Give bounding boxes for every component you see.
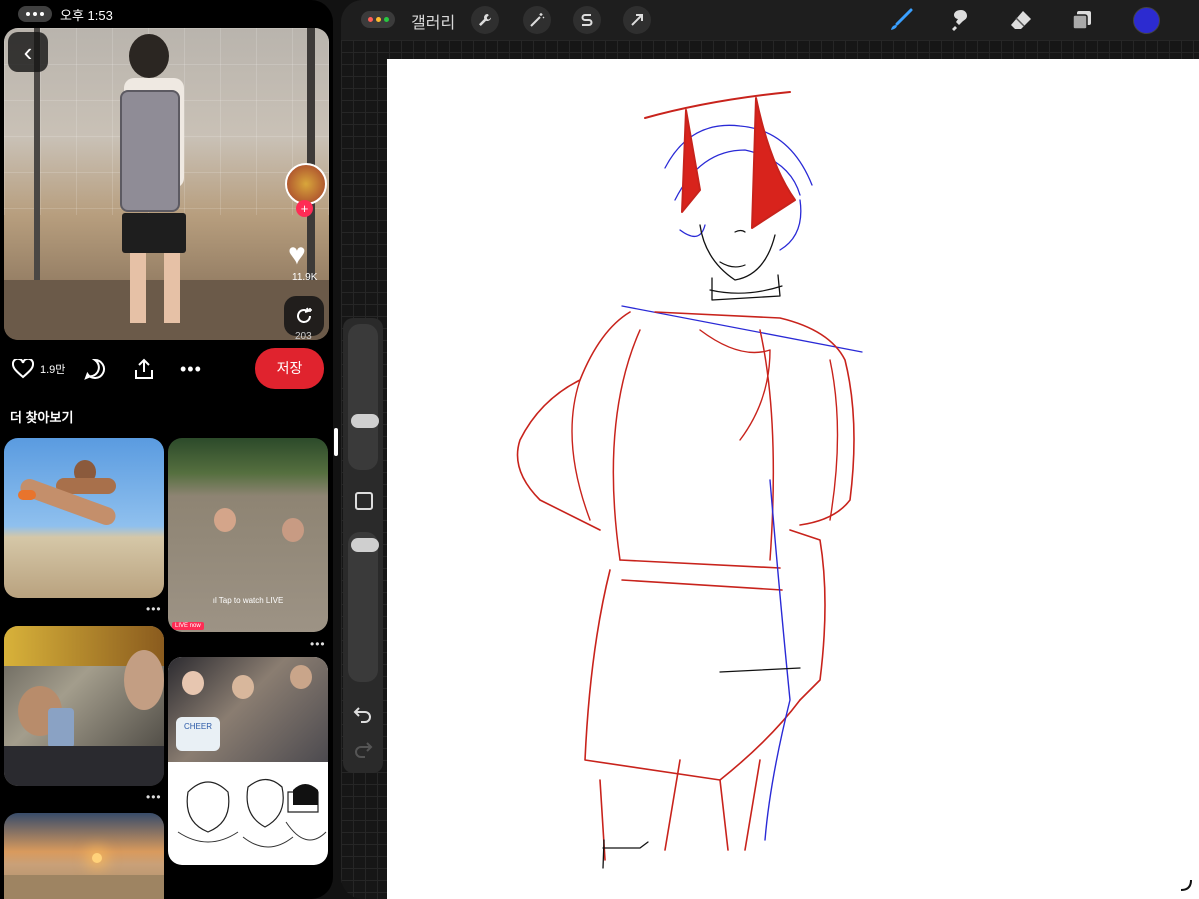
overlay-like-count: 11.9K: [292, 272, 318, 283]
pin-image[interactable]: [4, 28, 329, 340]
modify-button[interactable]: [355, 492, 373, 510]
status-time: 오후 1:53: [60, 7, 113, 23]
brush-tool[interactable]: [887, 6, 915, 34]
smudge-tool[interactable]: [946, 6, 974, 34]
pin-card-desert-sunset[interactable]: [4, 813, 164, 899]
eraser-icon: [1011, 11, 1031, 29]
gallery-button[interactable]: 갤러리: [411, 9, 455, 33]
smudge-icon: [952, 10, 967, 31]
pin-more-icon[interactable]: •••: [146, 790, 162, 804]
procreate-pane: 갤러리: [341, 0, 1199, 899]
magic-wand-icon: [530, 13, 545, 27]
wrench-icon: [479, 14, 491, 26]
lineart-sketch: [177, 778, 327, 848]
like-count: 1.9만: [40, 364, 66, 376]
brush-icon: [891, 8, 913, 30]
chevron-left-icon: ‹: [23, 37, 33, 67]
adjustments-button[interactable]: [523, 6, 551, 34]
opacity-slider[interactable]: [348, 532, 379, 682]
creator-avatar: [285, 163, 327, 205]
more-options-button[interactable]: •••: [180, 348, 202, 390]
like-button[interactable]: 1.9만: [12, 348, 65, 390]
overlay-heart-icon: ♥: [288, 238, 306, 271]
comment-icon: [84, 358, 105, 380]
status-bar: 오후 1:53: [18, 5, 113, 23]
comment-button[interactable]: [84, 348, 106, 390]
pin-card-mud-live[interactable]: ıl Tap to watch LIVE LIVE now: [168, 438, 328, 632]
multitask-dots-icon[interactable]: [18, 6, 52, 22]
corner-curve-icon: [1180, 879, 1192, 891]
color-picker-swatch[interactable]: [1133, 7, 1160, 34]
share-icon: [135, 358, 153, 379]
pin-card-subway[interactable]: [4, 626, 164, 786]
pin-more-icon[interactable]: •••: [146, 602, 162, 616]
heart-icon: [12, 359, 34, 379]
brush-size-thumb[interactable]: [351, 414, 379, 428]
more-to-explore-title: 더 찾아보기: [10, 410, 74, 425]
brush-size-slider[interactable]: [348, 324, 379, 470]
transform-button[interactable]: [623, 6, 651, 34]
pinterest-pane: 오후 1:53 ‹ + ♥ 11.9K 203 1.9만 ••• 저장 더 찾아…: [0, 0, 333, 899]
actions-button[interactable]: [471, 6, 499, 34]
selection-s-icon: [581, 14, 593, 26]
window-controls-icon[interactable]: [361, 11, 395, 28]
pin-card-group-sketch[interactable]: CHEER: [168, 657, 328, 865]
opacity-thumb[interactable]: [351, 538, 379, 552]
split-view-divider[interactable]: [334, 428, 338, 456]
person-head: [129, 34, 169, 78]
back-button[interactable]: ‹: [8, 32, 48, 72]
ellipsis-icon: •••: [180, 358, 202, 379]
phone-in-photo: [120, 90, 180, 212]
layers-icon: [1072, 11, 1091, 30]
cheer-sign: CHEER: [176, 717, 220, 751]
undo-icon[interactable]: [353, 703, 373, 723]
overlay-bottom-count: 203: [295, 331, 312, 342]
procreate-toolbar: 갤러리: [341, 0, 1199, 40]
character-sketch: [516, 91, 863, 869]
transform-arrow-icon: [631, 14, 643, 26]
visual-search-button[interactable]: [284, 296, 324, 336]
pin-more-icon[interactable]: •••: [310, 637, 326, 651]
save-button[interactable]: 저장: [255, 348, 324, 389]
procreate-sidebar: [343, 318, 383, 773]
live-caption: ıl Tap to watch LIVE: [212, 596, 284, 605]
refresh-icon: [297, 307, 312, 323]
eraser-tool[interactable]: [1007, 6, 1035, 34]
pin-card-beach[interactable]: [4, 438, 164, 598]
live-badge: LIVE now: [172, 622, 204, 630]
drawing-canvas[interactable]: [387, 59, 1199, 899]
follow-plus-icon: +: [296, 200, 313, 217]
share-button[interactable]: [132, 348, 156, 390]
layers-button[interactable]: [1068, 6, 1096, 34]
selection-button[interactable]: [573, 6, 601, 34]
redo-icon[interactable]: [353, 738, 373, 758]
